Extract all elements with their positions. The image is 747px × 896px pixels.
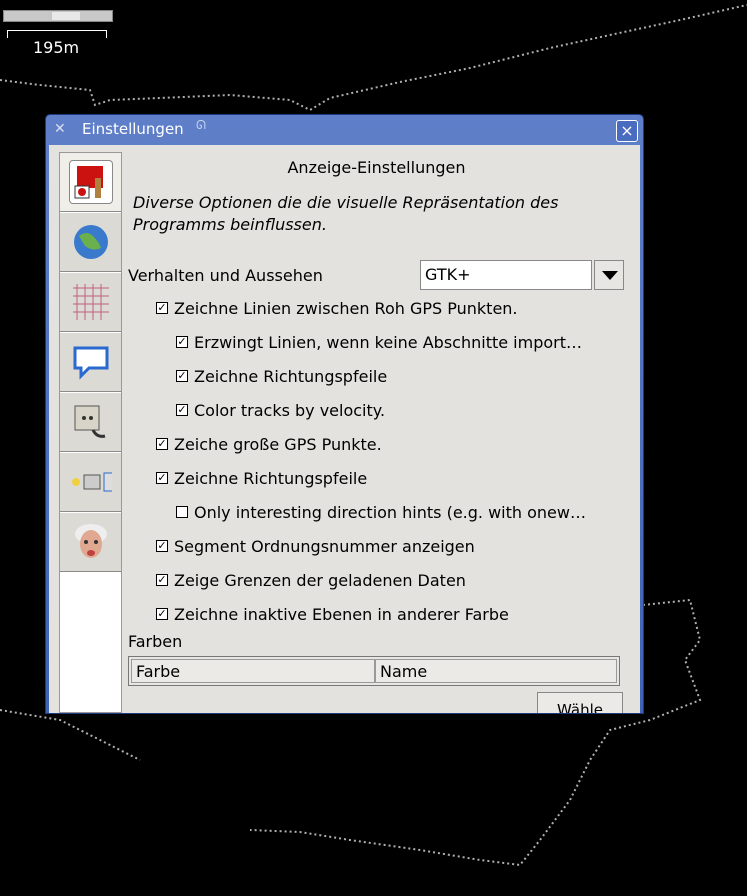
checkbox-checked[interactable]: ✓ xyxy=(156,574,168,586)
option-checkbox-row[interactable]: ✓ Zeichne Richtungspfeile xyxy=(176,365,387,387)
einstein-expert-icon xyxy=(70,521,112,563)
tab-language[interactable] xyxy=(60,333,121,392)
option-label: Zeige Grenzen der geladenen Daten xyxy=(174,570,466,590)
gps-track xyxy=(0,709,141,761)
checkbox-checked[interactable]: ✓ xyxy=(176,370,188,382)
column-header-color[interactable]: Farbe xyxy=(131,659,375,683)
option-label: Zeichne Richtungspfeile xyxy=(194,366,388,386)
globe-icon xyxy=(70,221,112,263)
option-checkbox-row[interactable]: ✓ Segment Ordnungsnummer anzeigen xyxy=(156,535,475,557)
scale-ticks xyxy=(7,30,107,38)
option-label: Zeichne Linien zwischen Roh GPS Punkten. xyxy=(174,298,518,318)
option-checkbox-row[interactable]: ✓ Zeichne inaktive Ebenen in anderer Farb… xyxy=(156,603,509,625)
look-and-feel-select[interactable]: GTK+ xyxy=(420,260,624,290)
window-title: Einstellungen xyxy=(82,120,184,138)
tab-shortcuts[interactable] xyxy=(60,453,121,512)
dialog-body: Anzeige-Einstellungen Diverse Optionen d… xyxy=(49,145,640,713)
power-plug-icon xyxy=(70,401,112,443)
panel-description: Diverse Optionen die die visuelle Repräs… xyxy=(133,193,559,234)
option-checkbox-row[interactable]: ✓ Zeiche große GPS Punkte. xyxy=(156,433,382,455)
checkbox-checked[interactable]: ✓ xyxy=(156,438,168,450)
checkbox-checked[interactable]: ✓ xyxy=(156,608,168,620)
preference-tabs xyxy=(59,152,122,713)
titlebar[interactable]: ✕ Einstellungen ᘏ × xyxy=(46,115,643,143)
window-icon: ✕ xyxy=(54,121,66,137)
option-label: Color tracks by velocity. xyxy=(194,400,386,420)
column-header-name[interactable]: Name xyxy=(375,659,617,683)
tab-projection[interactable] xyxy=(60,273,121,332)
colors-label: Farben xyxy=(128,632,183,651)
option-checkbox-row[interactable]: ✓ Color tracks by velocity. xyxy=(176,399,385,421)
tab-map[interactable] xyxy=(60,213,121,272)
option-checkbox-row[interactable]: ✓ Zeichne Richtungspfeile xyxy=(156,467,367,489)
checkbox-checked[interactable]: ✓ xyxy=(176,336,188,348)
preferences-dialog: ✕ Einstellungen ᘏ × Anzeige-Einstellunge… xyxy=(46,115,643,713)
checkbox-checked[interactable]: ✓ xyxy=(156,540,168,552)
panel-title: Anzeige-Einstellungen xyxy=(287,158,466,177)
chevron-down-icon xyxy=(602,271,618,280)
scale-bar xyxy=(3,10,113,22)
checkbox-checked[interactable]: ✓ xyxy=(156,302,168,314)
option-checkbox-row[interactable]: Only interesting direction hints (e.g. w… xyxy=(176,501,586,523)
map-scale: 195m xyxy=(3,10,113,57)
shortcuts-icon xyxy=(70,461,112,503)
option-checkbox-row[interactable]: ✓ Zeichne Linien zwischen Roh GPS Punkten… xyxy=(156,297,518,319)
option-label: Only interesting direction hints (e.g. w… xyxy=(194,502,586,522)
choose-color-button[interactable]: Wähle xyxy=(537,692,623,713)
checkbox-checked[interactable]: ✓ xyxy=(176,404,188,416)
option-label: Zeichne inaktive Ebenen in anderer Farbe xyxy=(174,604,509,624)
grid-projection-icon xyxy=(70,281,112,323)
option-label: Zeiche große GPS Punkte. xyxy=(174,434,382,454)
option-checkbox-row[interactable]: ✓ Erzwingt Linien, wenn keine Abschnitte … xyxy=(176,331,582,353)
look-and-feel-value[interactable]: GTK+ xyxy=(420,260,592,290)
colors-table: Farbe Name xyxy=(128,656,620,686)
display-settings-panel: Anzeige-Einstellungen Diverse Optionen d… xyxy=(128,152,631,713)
display-settings-icon xyxy=(68,160,113,204)
tab-display[interactable] xyxy=(60,153,121,212)
checkbox-unchecked[interactable] xyxy=(176,506,188,518)
speech-bubble-icon xyxy=(70,341,112,383)
scale-label: 195m xyxy=(33,38,80,57)
option-checkbox-row[interactable]: ✓ Zeige Grenzen der geladenen Daten xyxy=(156,569,466,591)
title-decoration-icon: ᘏ xyxy=(196,118,206,132)
checkbox-checked[interactable]: ✓ xyxy=(156,472,168,484)
close-button[interactable]: × xyxy=(616,120,638,142)
look-and-feel-label: Verhalten und Aussehen xyxy=(128,266,323,285)
dropdown-button[interactable] xyxy=(594,260,624,290)
tab-connection[interactable] xyxy=(60,393,121,452)
option-label: Erzwingt Linien, wenn keine Abschnitte i… xyxy=(194,332,582,352)
option-label: Segment Ordnungsnummer anzeigen xyxy=(174,536,475,556)
option-label: Zeichne Richtungspfeile xyxy=(174,468,368,488)
tab-expert[interactable] xyxy=(60,513,121,572)
